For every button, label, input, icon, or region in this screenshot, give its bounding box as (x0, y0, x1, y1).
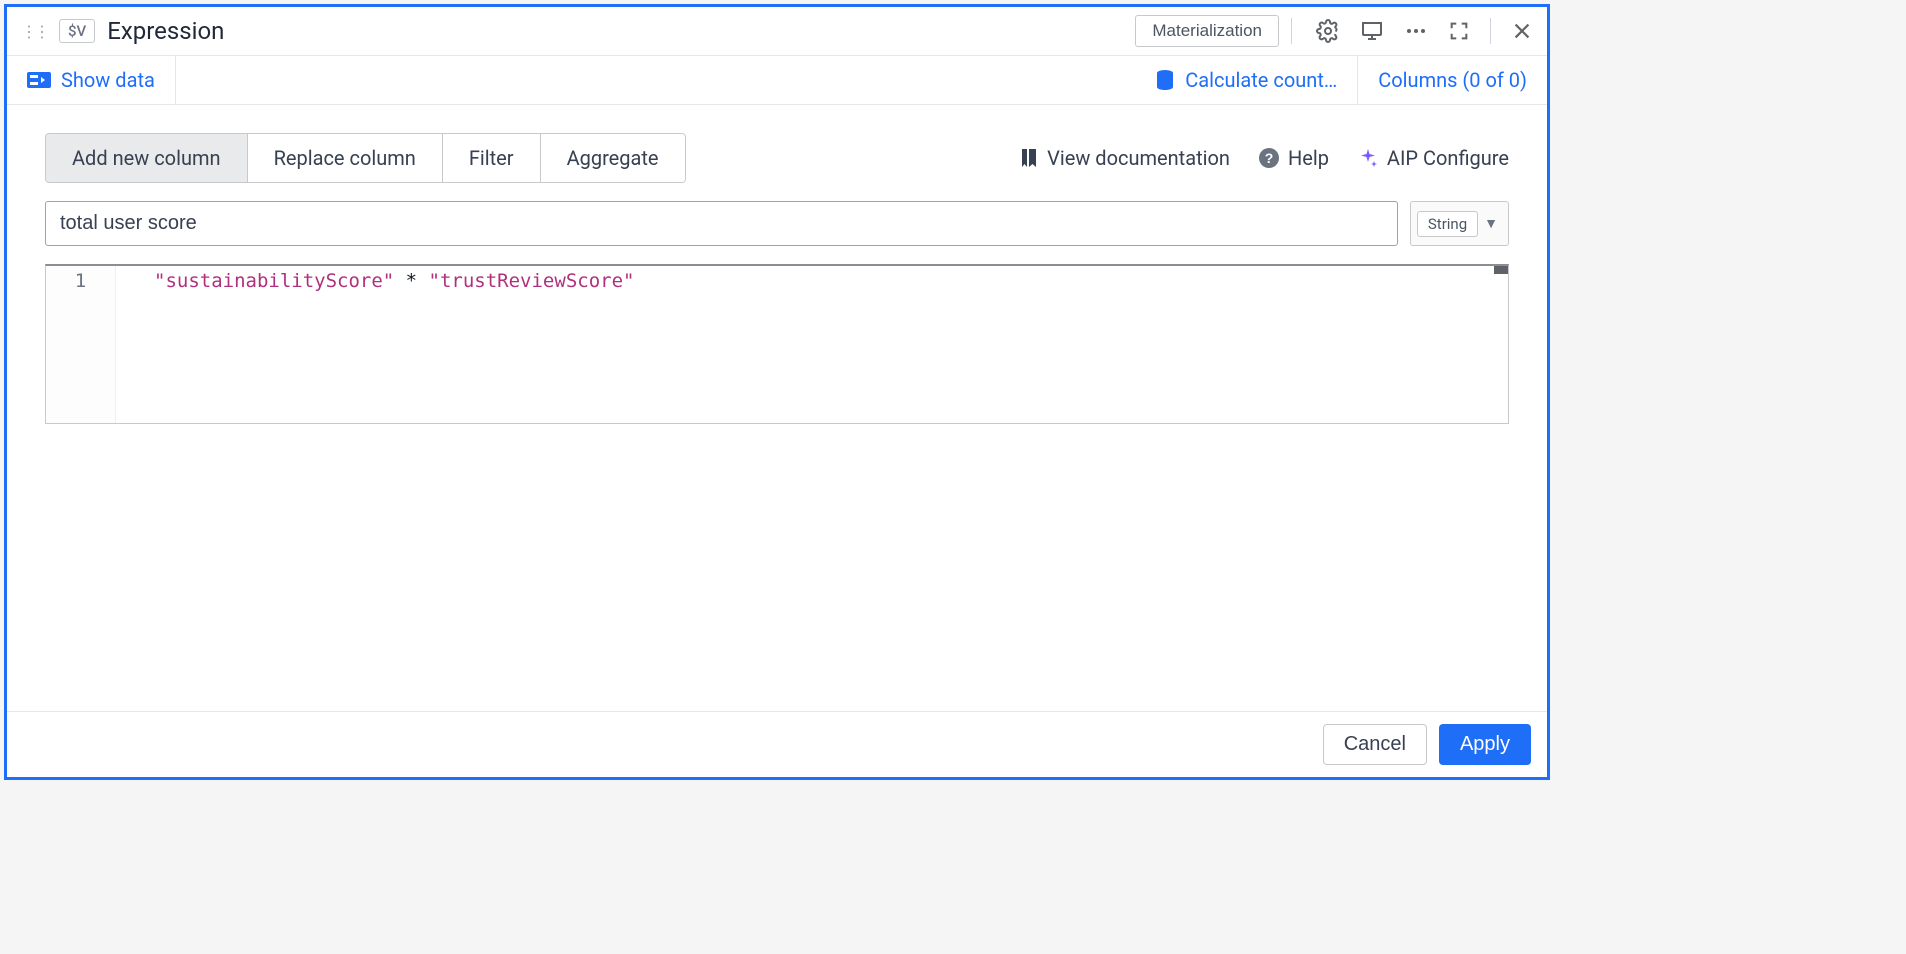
drag-handle-icon[interactable]: ⋮⋮ (21, 22, 47, 41)
scroll-marker (1494, 266, 1508, 274)
variable-badge: $V (59, 19, 95, 43)
mode-tabs: Add new column Replace column Filter Agg… (45, 133, 686, 183)
helper-links: View documentation ? Help AIP Configure (1019, 146, 1509, 170)
divider (1490, 18, 1491, 44)
tab-replace-column[interactable]: Replace column (248, 134, 443, 182)
show-data-label: Show data (61, 68, 155, 92)
expand-icon[interactable] (1448, 20, 1470, 42)
help-link[interactable]: ? Help (1258, 146, 1329, 170)
database-icon (1155, 69, 1175, 91)
tab-filter[interactable]: Filter (443, 134, 541, 182)
columns-label: Columns (0 of 0) (1378, 68, 1527, 92)
calculate-count-label: Calculate count… (1185, 68, 1337, 92)
panel-header: ⋮⋮ $V Expression Materialization (7, 7, 1547, 56)
column-config-row: String ▼ (45, 201, 1509, 246)
bookmark-icon (1019, 147, 1039, 169)
line-number: 1 (46, 270, 115, 292)
show-data-icon (27, 70, 51, 90)
chevron-down-icon: ▼ (1484, 215, 1498, 232)
columns-indicator[interactable]: Columns (0 of 0) (1358, 56, 1547, 104)
config-top-row: Add new column Replace column Filter Agg… (45, 133, 1509, 183)
editor-code[interactable]: "sustainabilityScore" * "trustReviewScor… (116, 266, 672, 423)
column-type-select[interactable]: String ▼ (1410, 201, 1509, 246)
panel-subheader: Show data Calculate count… Columns (0 of… (7, 56, 1547, 105)
more-icon[interactable] (1404, 19, 1428, 43)
presentation-icon[interactable] (1360, 19, 1384, 43)
column-name-input[interactable] (45, 201, 1398, 246)
divider (1291, 18, 1292, 44)
column-type-label: String (1417, 211, 1478, 237)
apply-button[interactable]: Apply (1439, 724, 1531, 765)
expression-editor[interactable]: 1 "sustainabilityScore" * "trustReviewSc… (45, 264, 1509, 424)
view-documentation-link[interactable]: View documentation (1019, 146, 1230, 170)
panel-body: Add new column Replace column Filter Agg… (7, 105, 1547, 711)
panel-title: Expression (107, 17, 224, 45)
editor-gutter: 1 (46, 266, 116, 423)
tab-aggregate[interactable]: Aggregate (541, 134, 685, 182)
show-data-button[interactable]: Show data (7, 56, 176, 104)
expression-panel: ⋮⋮ $V Expression Materialization (4, 4, 1550, 780)
cancel-button[interactable]: Cancel (1323, 724, 1427, 765)
tab-add-new-column[interactable]: Add new column (46, 134, 248, 182)
help-icon: ? (1258, 147, 1280, 169)
aip-configure-link[interactable]: AIP Configure (1357, 146, 1509, 170)
materialization-button[interactable]: Materialization (1135, 15, 1279, 47)
sparkle-icon (1357, 147, 1379, 169)
panel-footer: Cancel Apply (7, 711, 1547, 777)
svg-text:?: ? (1265, 150, 1274, 166)
calculate-count-button[interactable]: Calculate count… (1135, 56, 1358, 104)
close-icon[interactable] (1511, 20, 1533, 42)
gear-icon[interactable] (1316, 19, 1340, 43)
